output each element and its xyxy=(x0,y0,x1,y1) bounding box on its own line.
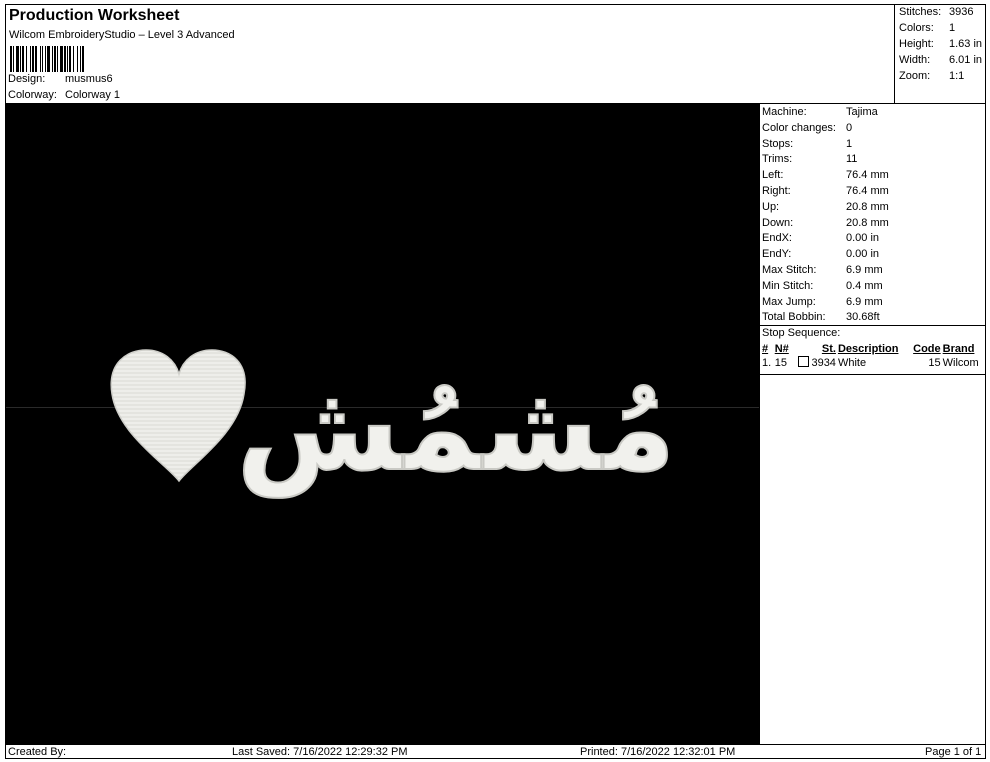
detail-label: Stops: xyxy=(762,137,794,150)
detail-value: 0.00 in xyxy=(846,232,880,245)
colorway-name: Colorway 1 xyxy=(65,89,121,101)
stop-sequence-title: Stop Sequence: xyxy=(762,327,841,339)
num-cell: 1. xyxy=(762,357,772,369)
detail-label: Max Stitch: xyxy=(762,264,817,276)
detail-value: 6.9 mm xyxy=(846,295,883,308)
stitches-label: Stitches: xyxy=(899,6,942,18)
heart-icon xyxy=(110,349,246,483)
last-saved: Last Saved: 7/16/2022 12:29:32 PM xyxy=(232,746,408,758)
detail-value: 1 xyxy=(846,137,853,150)
summary-stitches: Stitches: 3936 xyxy=(899,5,973,19)
column-header: N# xyxy=(774,343,789,355)
detail-label: Machine: xyxy=(762,106,807,118)
detail-value: 0 xyxy=(846,121,853,134)
table-bottom-divider xyxy=(760,374,986,375)
machine-details-panel: Machine: Tajima Color changes: 0 Stops: 1 Trim… xyxy=(760,104,986,744)
detail-value: 76.4 mm xyxy=(846,169,889,182)
detail-label: Down: xyxy=(762,216,794,229)
summary-panel: Stitches: 3936 Colors: 1 Height: 1.63 in Wi… xyxy=(894,4,986,104)
design-name: musmus6 xyxy=(65,73,113,85)
detail-label: Max Jump: xyxy=(762,295,816,308)
detail-row: EndX: 0.00 in xyxy=(762,231,879,245)
detail-row: Total Bobbin: 30.68ft xyxy=(762,310,880,324)
colors-value: 1 xyxy=(949,22,956,34)
detail-row: Machine: Tajima xyxy=(762,105,878,119)
summary-zoom: Zoom: 1:1 xyxy=(899,69,964,83)
detail-label: Trims: xyxy=(762,153,793,166)
arabic-name-embroidery: مُشمُش xyxy=(236,359,675,498)
code-cell: 15 xyxy=(928,357,941,369)
detail-label: Right: xyxy=(762,185,791,197)
design-label: Design: xyxy=(8,73,46,85)
height-label: Height: xyxy=(899,38,934,50)
detail-row: Right: 76.4 mm xyxy=(762,184,889,198)
detail-value: 20.8 mm xyxy=(846,200,889,213)
detail-label: Up: xyxy=(762,200,780,213)
column-header: # xyxy=(762,343,769,355)
detail-row: Max Jump: 6.9 mm xyxy=(762,295,883,309)
colorway-label: Colorway: xyxy=(8,89,57,101)
summary-colors: Colors: 1 xyxy=(899,21,955,35)
design-row: Design: musmus6 xyxy=(8,72,113,86)
detail-row: Max Stitch: 6.9 mm xyxy=(762,263,883,277)
brand-cell: Wilcom xyxy=(942,357,979,369)
detail-row: Down: 20.8 mm xyxy=(762,216,889,230)
stop-sequence-table: # N# St. Description Code Brand 1. 15 3934 White 1… xyxy=(761,342,985,370)
table-row: 1. 15 3934 White 15 Wilcom xyxy=(761,356,985,370)
detail-label: EndY: xyxy=(762,248,792,261)
detail-row: Left: 76.4 mm xyxy=(762,168,889,182)
detail-label: Left: xyxy=(762,169,784,182)
zoom-label: Zoom: xyxy=(899,70,931,82)
height-value: 1.63 in xyxy=(949,38,983,50)
detail-row: Trims: 11 xyxy=(762,152,857,166)
column-header: Brand xyxy=(942,343,975,355)
page-number: Page 1 of 1 xyxy=(925,746,982,758)
detail-row: Up: 20.8 mm xyxy=(762,200,889,214)
column-header: Description xyxy=(837,343,899,355)
thread-color-swatch xyxy=(798,356,810,367)
detail-value: 0.00 in xyxy=(846,248,880,261)
width-value: 6.01 in xyxy=(949,54,983,66)
detail-label: EndX: xyxy=(762,232,792,245)
detail-value: 76.4 mm xyxy=(846,185,889,197)
width-label: Width: xyxy=(899,54,931,66)
detail-label: Color changes: xyxy=(762,121,836,134)
software-name: Wilcom EmbroideryStudio – Level 3 Advanc… xyxy=(9,29,235,41)
column-header: St. xyxy=(821,343,836,355)
colorway-row: Colorway: Colorway 1 xyxy=(8,88,120,102)
detail-value: Tajima xyxy=(846,106,878,118)
table-header-row: # N# St. Description Code Brand xyxy=(761,342,985,356)
description-cell: White xyxy=(837,357,867,369)
detail-value: 6.9 mm xyxy=(846,264,883,276)
detail-row: Min Stitch: 0.4 mm xyxy=(762,279,883,293)
worksheet-footer: Created By: Last Saved: 7/16/2022 12:29:… xyxy=(5,744,986,759)
needle-cell: 15 xyxy=(774,357,787,369)
zoom-value: 1:1 xyxy=(949,70,965,82)
detail-label: Min Stitch: xyxy=(762,279,814,292)
detail-value: 11 xyxy=(846,153,858,166)
created-by: Created By: xyxy=(8,746,67,758)
detail-row: Stops: 1 xyxy=(762,137,852,151)
barcode-image xyxy=(10,46,84,72)
summary-height: Height: 1.63 in xyxy=(899,37,982,51)
column-header: Code xyxy=(913,343,941,355)
stitch-count: 3934 xyxy=(811,357,836,369)
design-artwork: مُشمُش xyxy=(110,349,677,499)
stitch-count-cell: 3934 xyxy=(792,356,837,370)
detail-row: EndY: 0.00 in xyxy=(762,247,879,261)
detail-value: 20.8 mm xyxy=(846,216,889,229)
detail-label: Total Bobbin: xyxy=(762,311,826,324)
detail-row: Color changes: 0 xyxy=(762,121,852,135)
design-preview: مُشمُش xyxy=(6,104,759,744)
summary-width: Width: 6.01 in xyxy=(899,53,982,67)
worksheet-header: Production Worksheet Wilcom EmbroiderySt… xyxy=(5,4,895,104)
printed-date: Printed: 7/16/2022 12:32:01 PM xyxy=(580,746,736,758)
stitches-value: 3936 xyxy=(949,6,974,18)
colors-label: Colors: xyxy=(899,22,934,34)
detail-value: 30.68ft xyxy=(846,311,880,324)
detail-value: 0.4 mm xyxy=(846,279,883,292)
page-title: Production Worksheet xyxy=(9,7,180,24)
